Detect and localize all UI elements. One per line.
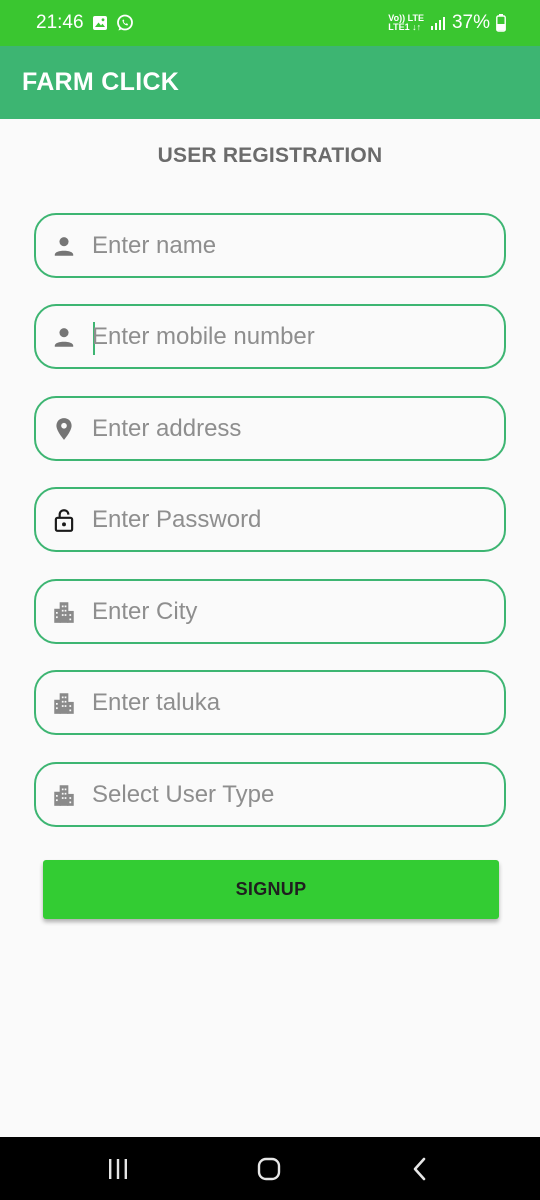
home-button[interactable]: [249, 1149, 289, 1189]
person-icon: [54, 236, 74, 256]
person-icon: [54, 327, 74, 347]
back-button[interactable]: [400, 1149, 440, 1189]
app-title: FARM CLICK: [22, 68, 180, 96]
app-bar: FARM CLICK: [0, 46, 540, 119]
status-bar: 21:46 Vo)) LTE LTE1 ↓↑ 37%: [0, 0, 540, 46]
whatsapp-notification-icon: [116, 14, 133, 31]
address-field[interactable]: [34, 396, 506, 461]
taluka-field[interactable]: [34, 670, 506, 735]
home-icon: [257, 1157, 281, 1180]
city-field[interactable]: [34, 579, 506, 644]
mobile-field[interactable]: [34, 304, 506, 369]
status-time: 21:46: [36, 12, 84, 33]
signup-button[interactable]: SIGNUP: [43, 860, 499, 919]
recent-apps-icon: [109, 1158, 127, 1179]
city-input[interactable]: [92, 581, 488, 642]
mobile-input[interactable]: [92, 306, 488, 367]
page-heading: USER REGISTRATION: [157, 144, 383, 167]
password-field[interactable]: [34, 487, 506, 552]
battery-icon: [496, 14, 506, 32]
city-icon: [54, 692, 74, 714]
back-icon: [413, 1157, 426, 1180]
taluka-input[interactable]: [92, 672, 488, 733]
location-pin-icon: [56, 417, 72, 440]
navigation-bar: [0, 1137, 540, 1200]
user-type-input[interactable]: [92, 764, 488, 825]
recent-apps-button[interactable]: [98, 1149, 138, 1189]
password-input[interactable]: [92, 489, 488, 550]
city-icon: [54, 601, 74, 623]
city-icon: [54, 784, 74, 806]
gallery-notification-icon: [92, 16, 107, 30]
network-indicator: Vo)) LTE LTE1 ↓↑: [388, 13, 424, 32]
name-input[interactable]: [92, 215, 488, 276]
battery-percent: 37%: [451, 12, 490, 33]
name-field[interactable]: [34, 213, 506, 278]
user-type-field[interactable]: [34, 762, 506, 827]
signal-icon: [430, 17, 445, 30]
lock-icon: [54, 508, 74, 532]
address-input[interactable]: [92, 398, 488, 459]
